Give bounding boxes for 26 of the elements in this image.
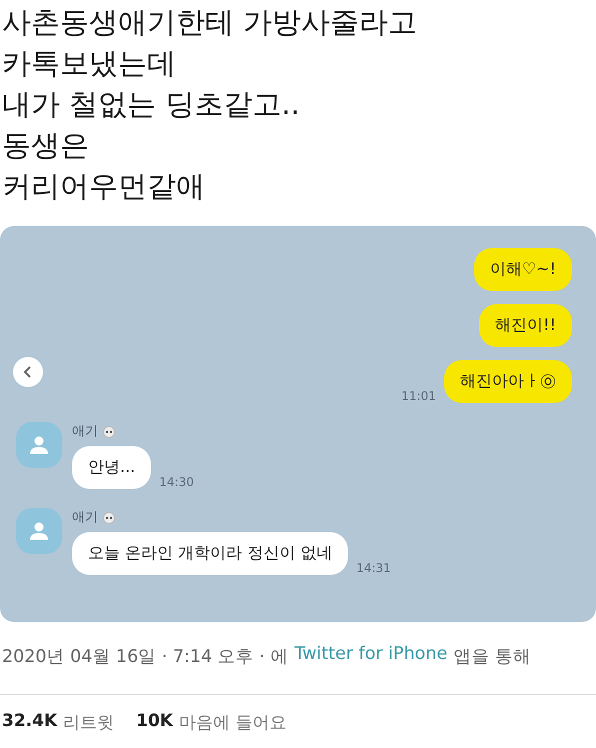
tweet-text-line: 카톡보냈는데 (2, 45, 177, 82)
tweet-text-line: 사촌동생애기한테 가방사줄라고 (2, 4, 418, 41)
sent-message-bubble: 이해♡~! (474, 248, 572, 291)
sent-message-bubble: 해진이!! (479, 304, 572, 347)
tweet-date: 2020년 04월 16일 · 7:14 오후 · 에 (2, 646, 288, 669)
stat-label: 리트윗 (63, 712, 114, 734)
stat-label: 마음에 들어요 (178, 712, 286, 734)
avatar-icon (16, 508, 62, 554)
tweet-text-line: 동생은 (2, 127, 90, 164)
source-link[interactable]: Twitter for iPhone (294, 644, 448, 694)
tweet-text-line: 내가 철없는 딩초같고.. (2, 86, 301, 123)
tweet-text-line: 커리어우먼같애 (2, 168, 206, 205)
received-message-bubble: 오늘 온라인 개학이라 정신이 없네 (72, 532, 348, 575)
stat-count: 32.4K (2, 711, 58, 733)
chevron-left-icon (23, 365, 33, 379)
message-time: 11:01 (401, 389, 436, 403)
sent-message-bubble: 해진아아ㅏ㉧ (444, 360, 572, 403)
sender-name: 애기 (72, 423, 98, 440)
source-suffix: 앱을 통해 (453, 646, 531, 669)
avatar-icon (16, 422, 62, 468)
stat-count: 10K (136, 711, 173, 733)
sender-name: 애기 (72, 509, 98, 526)
message-time: 14:30 (159, 475, 194, 489)
received-message-bubble: 안녕... (72, 446, 152, 489)
message-time: 14:31 (356, 561, 391, 575)
back-button[interactable] (13, 357, 43, 387)
